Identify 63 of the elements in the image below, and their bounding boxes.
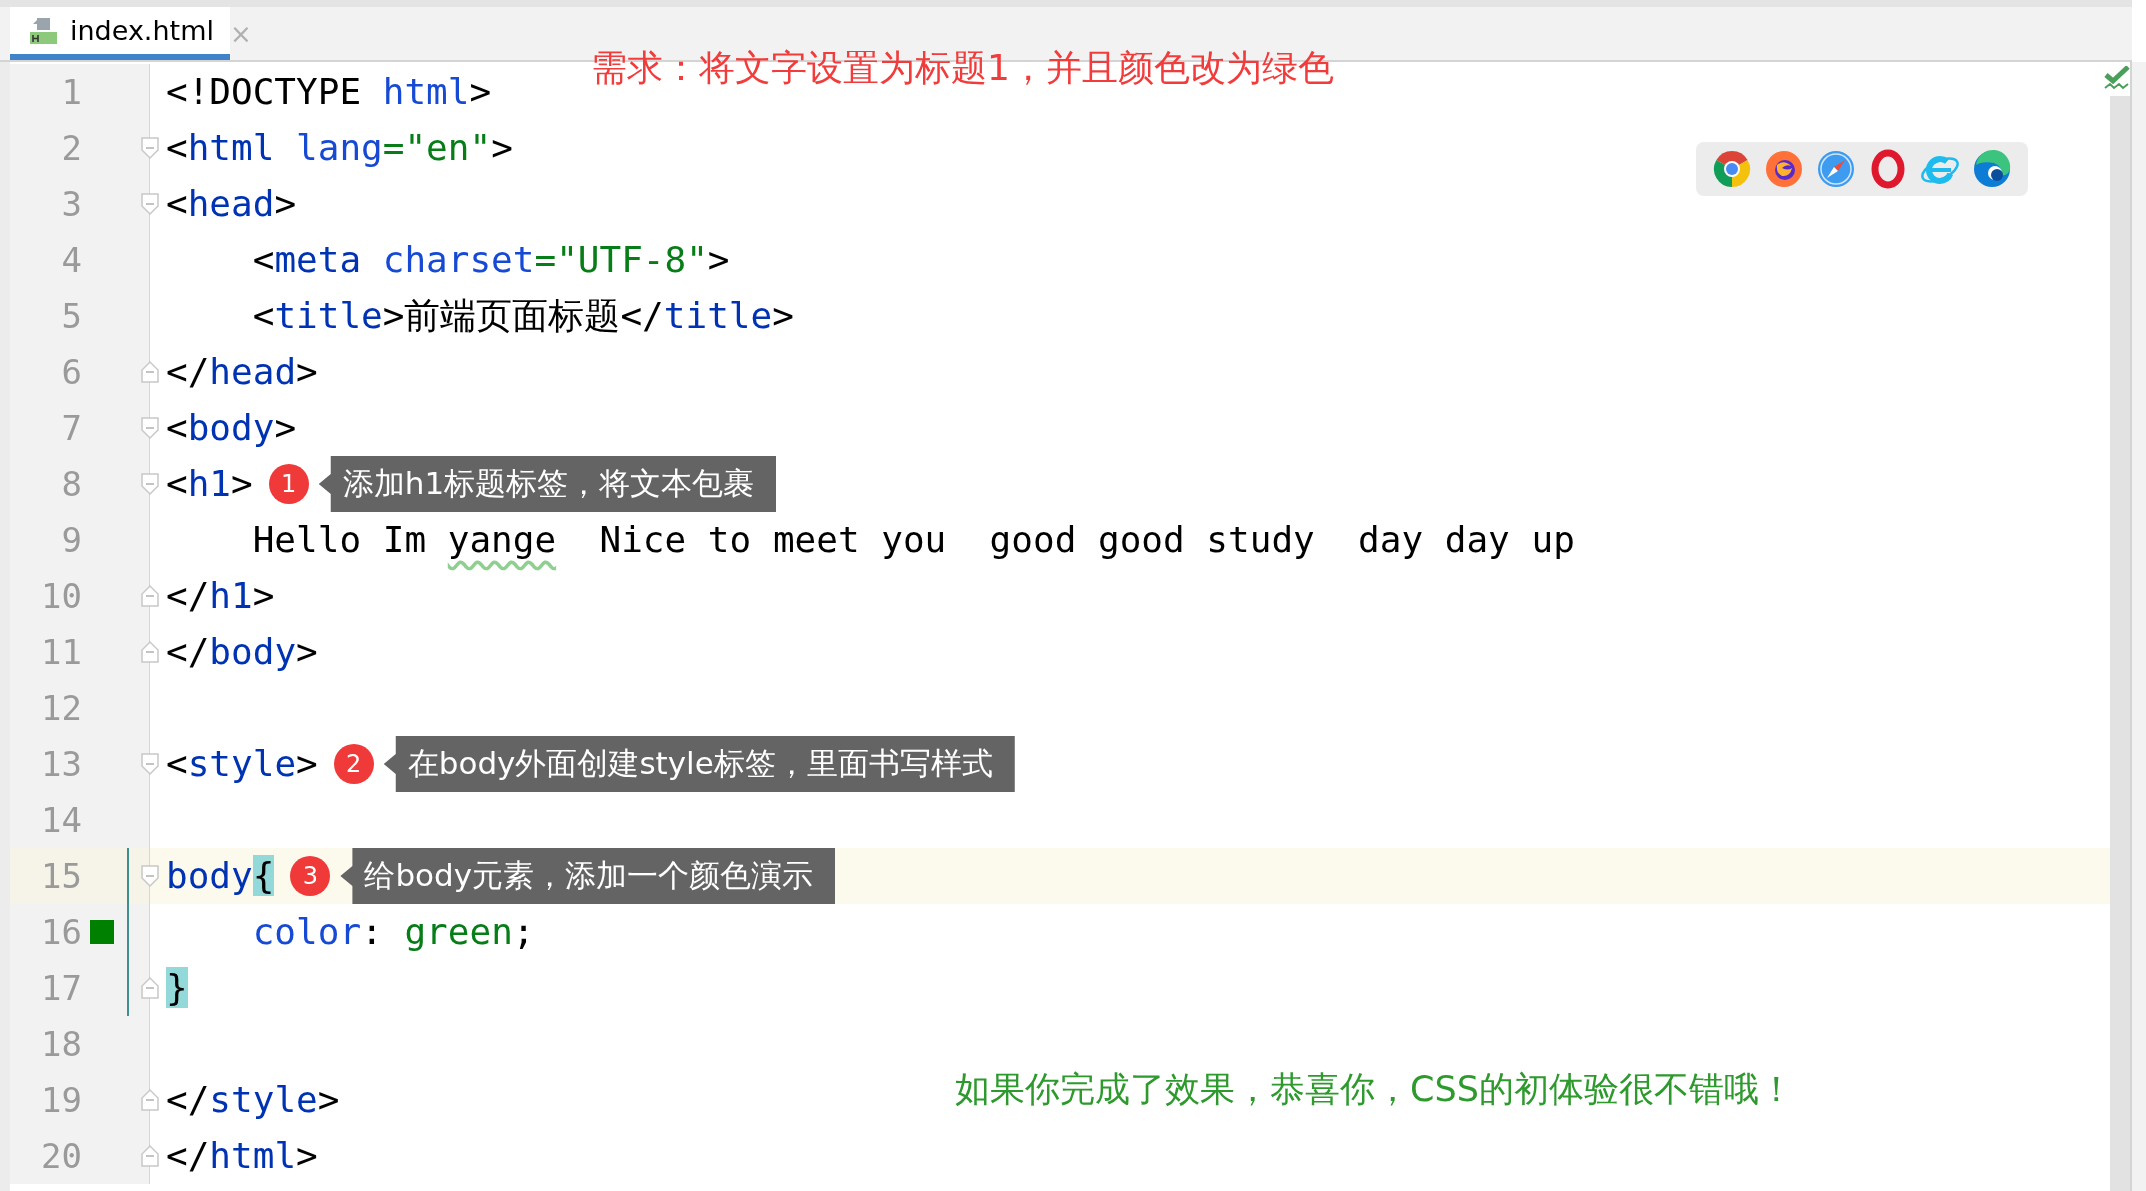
fold-icon[interactable] — [140, 192, 160, 216]
fold-icon[interactable] — [140, 1144, 160, 1168]
line-number: 8 — [60, 464, 82, 504]
code-line: body{ — [166, 854, 275, 898]
step-badge: 3 — [290, 856, 331, 896]
line-number: 6 — [60, 352, 82, 392]
color-swatch[interactable] — [90, 920, 114, 944]
step-badge: 2 — [333, 744, 374, 784]
code-line: <meta charset="UTF-8"> — [251, 238, 730, 282]
fold-icon[interactable] — [140, 640, 160, 664]
line-number: 15 — [40, 856, 82, 896]
line-number: 4 — [60, 240, 82, 280]
code-line: <html lang="en"> — [166, 126, 513, 170]
fold-icon[interactable] — [140, 864, 160, 888]
line-number: 10 — [40, 576, 82, 616]
browser-icon[interactable] — [1972, 149, 2012, 189]
fold-icon[interactable] — [140, 360, 160, 384]
line-number: 9 — [60, 520, 82, 560]
fold-icon[interactable] — [140, 136, 160, 160]
browser-icon[interactable] — [1764, 149, 1804, 189]
line-number: 5 — [60, 296, 82, 336]
line-number: 17 — [40, 968, 82, 1008]
code-line: <body> — [166, 406, 297, 450]
tooltip: 添加h1标题标签，将文本包裹 — [318, 456, 777, 512]
line-number: 12 — [40, 688, 82, 728]
fold-icon[interactable] — [140, 584, 160, 608]
congratulation-note: 如果你完成了效果，恭喜你，CSS的初体验很不错哦！ — [955, 1068, 1794, 1111]
code-line: </style> — [166, 1078, 340, 1122]
line-number: 2 — [60, 128, 82, 168]
code-line: </h1> — [166, 574, 275, 618]
fold-icon[interactable] — [140, 752, 160, 776]
code-line: color: green; — [251, 910, 535, 954]
requirement-note: 需求：将文字设置为标题1，并且颜色改为绿色 — [591, 46, 1334, 90]
code-line: </head> — [166, 350, 318, 394]
line-number: 14 — [40, 800, 82, 840]
fold-icon[interactable] — [140, 416, 160, 440]
line-number: 3 — [60, 184, 82, 224]
tooltip: 在body外面创建style标签，里面书写样式 — [383, 736, 1015, 792]
code-line: <style> — [166, 742, 318, 786]
fold-icon[interactable] — [140, 976, 160, 1000]
browser-icon[interactable] — [1712, 149, 1752, 189]
fold-icon[interactable] — [140, 1088, 160, 1112]
step-badge: 1 — [268, 464, 309, 504]
html-file-icon — [28, 15, 58, 46]
line-number: 18 — [40, 1024, 82, 1064]
code-line: Hello Im yange Nice to meet you good good study day day up — [251, 518, 1575, 562]
line-number: 7 — [60, 408, 82, 448]
check-icon — [2104, 66, 2130, 90]
code-line: <head> — [166, 182, 297, 226]
line-number: 11 — [40, 632, 82, 672]
tooltip: 给body元素，添加一个颜色演示 — [340, 848, 836, 904]
code-line: <title>前端页面标题</title> — [251, 294, 794, 338]
line-number: 19 — [40, 1080, 82, 1120]
fold-icon[interactable] — [140, 472, 160, 496]
code-line: </html> — [166, 1134, 318, 1178]
code-line: <h1> — [166, 462, 253, 506]
line-number: 16 — [40, 912, 82, 952]
file-tab[interactable]: index.html — [10, 7, 230, 60]
line-number: 13 — [40, 744, 82, 784]
line-number: 20 — [40, 1136, 82, 1176]
code-line: <!DOCTYPE html> — [166, 70, 492, 114]
code-line: </body> — [166, 630, 318, 674]
line-number: 1 — [60, 72, 82, 112]
